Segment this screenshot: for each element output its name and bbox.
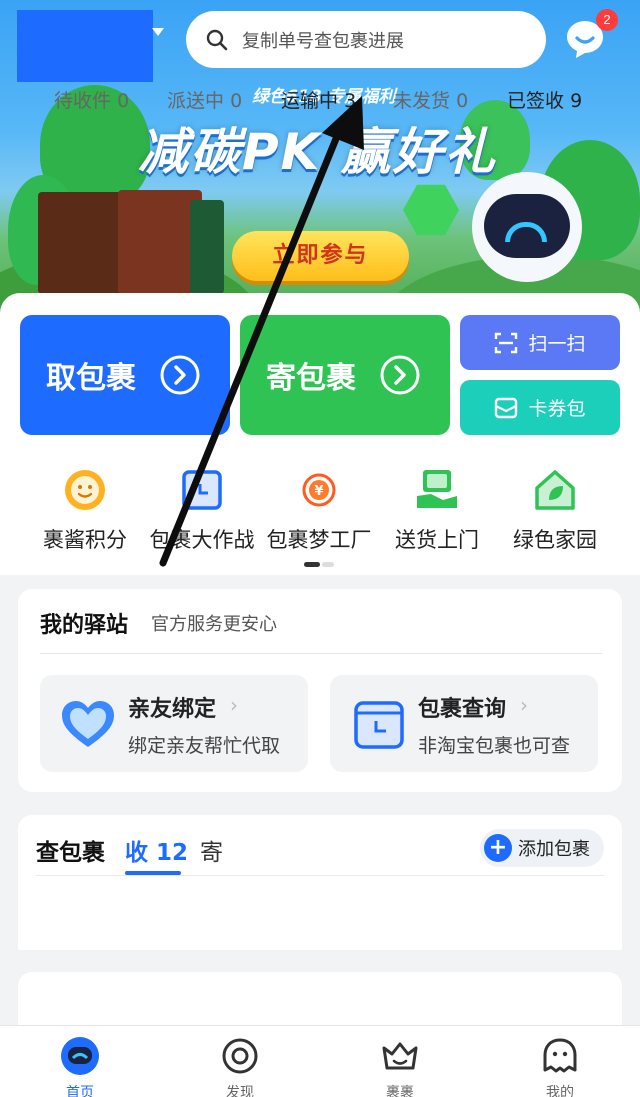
tile-title: 亲友绑定 — [128, 697, 217, 722]
chevron-right-circle-icon — [380, 355, 420, 395]
status-not-shipped[interactable]: 未发货 0 — [393, 86, 468, 113]
content-card — [18, 972, 622, 1032]
package-query-tile[interactable]: 包裹查询 › 非淘宝包裹也可查 — [330, 675, 598, 772]
smile-icon — [65, 470, 105, 510]
shortcut-label: 绿色家园 — [513, 528, 597, 552]
wallet-icon — [495, 397, 518, 418]
nav-label: 发现 — [226, 1085, 254, 1097]
status-delivering[interactable]: 派送中 0 — [167, 86, 242, 113]
account-avatar[interactable] — [17, 10, 153, 82]
shortcut-label: 送货上门 — [395, 528, 479, 552]
status-count: 0 — [117, 90, 130, 112]
plus-icon: + — [484, 834, 512, 862]
station-subtitle: 官方服务更安心 — [151, 614, 277, 635]
tile-desc: 绑定亲友帮忙代取 — [128, 735, 281, 757]
tab-send[interactable]: 寄 — [200, 833, 223, 867]
status-count: 0 — [456, 90, 469, 112]
nav-mine[interactable]: 我的 — [510, 1036, 610, 1097]
status-label: 已签收 — [507, 90, 565, 112]
chevron-down-icon[interactable] — [152, 28, 164, 36]
calendar-box-icon — [182, 470, 222, 510]
crown-box-icon — [382, 1042, 418, 1070]
bottom-navigation: 首页 发现 裹裹 我的 — [0, 1025, 640, 1097]
nav-discover[interactable]: 发现 — [190, 1036, 290, 1097]
calendar-box-icon — [354, 701, 404, 749]
add-package-button[interactable]: + 添加包裹 — [480, 829, 604, 867]
pickup-package-button[interactable]: 取包裹 — [20, 315, 230, 435]
green-home-icon — [535, 470, 575, 510]
profile-icon — [543, 1038, 577, 1073]
send-label: 寄包裹 — [266, 361, 356, 396]
nav-home[interactable]: 首页 — [30, 1036, 130, 1097]
package-title: 查包裹 — [36, 840, 105, 866]
leaf-gem-icon — [403, 184, 459, 236]
chevron-right-icon: › — [520, 693, 528, 717]
coupon-wallet-button[interactable]: 卡券包 — [460, 380, 620, 435]
shortcut-package-battle[interactable]: 包裹大作战 — [142, 466, 262, 554]
scan-button[interactable]: 扫一扫 — [460, 315, 620, 370]
page-indicator — [322, 562, 334, 567]
nav-guoguo[interactable]: 裹裹 — [350, 1036, 450, 1097]
scan-icon — [495, 332, 518, 353]
tile-desc: 非淘宝包裹也可查 — [418, 735, 571, 757]
nav-label: 首页 — [66, 1085, 94, 1097]
status-count: 3 — [344, 90, 357, 112]
tile-title: 包裹查询 — [418, 697, 507, 722]
shortcut-green-home[interactable]: 绿色家园 — [495, 466, 615, 554]
shortcut-points[interactable]: 裹酱积分 — [25, 466, 145, 554]
divider — [36, 875, 604, 876]
status-label: 派送中 — [167, 90, 225, 112]
home-mascot-icon — [61, 1037, 99, 1075]
svg-text:¥: ¥ — [314, 484, 323, 499]
tab-receive[interactable]: 收 12 — [125, 833, 188, 867]
status-signed[interactable]: 已签收 9 — [507, 86, 582, 113]
shortcut-dream-factory[interactable]: ¥ 包裹梦工厂 — [259, 466, 379, 554]
heart-icon — [62, 701, 114, 747]
search-placeholder: 复制单号查包裹进展 — [242, 30, 404, 52]
delivery-box-icon — [417, 470, 457, 508]
status-label: 未发货 — [393, 90, 451, 112]
status-label: 运输中 — [281, 90, 339, 112]
message-badge: 2 — [596, 9, 618, 31]
pickup-label: 取包裹 — [46, 361, 136, 396]
nav-label: 裹裹 — [386, 1085, 414, 1097]
shortcut-label: 包裹梦工厂 — [266, 528, 372, 552]
status-count: 0 — [230, 90, 243, 112]
scan-label: 扫一扫 — [528, 333, 586, 355]
station-title: 我的驿站 — [40, 613, 129, 638]
shortcut-label: 包裹大作战 — [149, 528, 255, 552]
package-card: 查包裹 收 12 寄 + 添加包裹 — [18, 815, 622, 950]
search-icon — [206, 29, 228, 50]
search-bar[interactable]: 复制单号查包裹进展 — [186, 11, 546, 68]
coffee-box-image — [190, 200, 224, 294]
eye-icon — [222, 1038, 258, 1074]
page-indicator-active — [304, 562, 320, 567]
status-label: 待收件 — [54, 90, 112, 112]
join-now-button[interactable]: 立即参与 — [232, 231, 409, 281]
status-in-transit[interactable]: 运输中 3 — [281, 86, 356, 113]
coffee-box-image — [38, 192, 122, 294]
promo-title: 减碳PK 赢好礼 — [138, 123, 497, 181]
nav-label: 我的 — [546, 1085, 574, 1097]
family-binding-tile[interactable]: 亲友绑定 › 绑定亲友帮忙代取 — [40, 675, 308, 772]
divider — [40, 653, 602, 654]
shortcut-label: 裹酱积分 — [43, 528, 127, 552]
station-card: 我的驿站 官方服务更安心 亲友绑定 › 绑定亲友帮忙代取 包裹查询 › 非淘宝包… — [18, 589, 622, 792]
add-package-label: 添加包裹 — [518, 839, 590, 860]
status-count: 9 — [570, 90, 583, 112]
chevron-right-icon: › — [230, 693, 238, 717]
coupons-label: 卡券包 — [528, 398, 586, 420]
chevron-right-circle-icon — [160, 355, 200, 395]
coin-icon: ¥ — [302, 473, 336, 507]
shortcut-home-delivery[interactable]: 送货上门 — [377, 466, 497, 554]
send-package-button[interactable]: 寄包裹 — [240, 315, 450, 435]
status-awaiting-pickup[interactable]: 待收件 0 — [54, 86, 129, 113]
